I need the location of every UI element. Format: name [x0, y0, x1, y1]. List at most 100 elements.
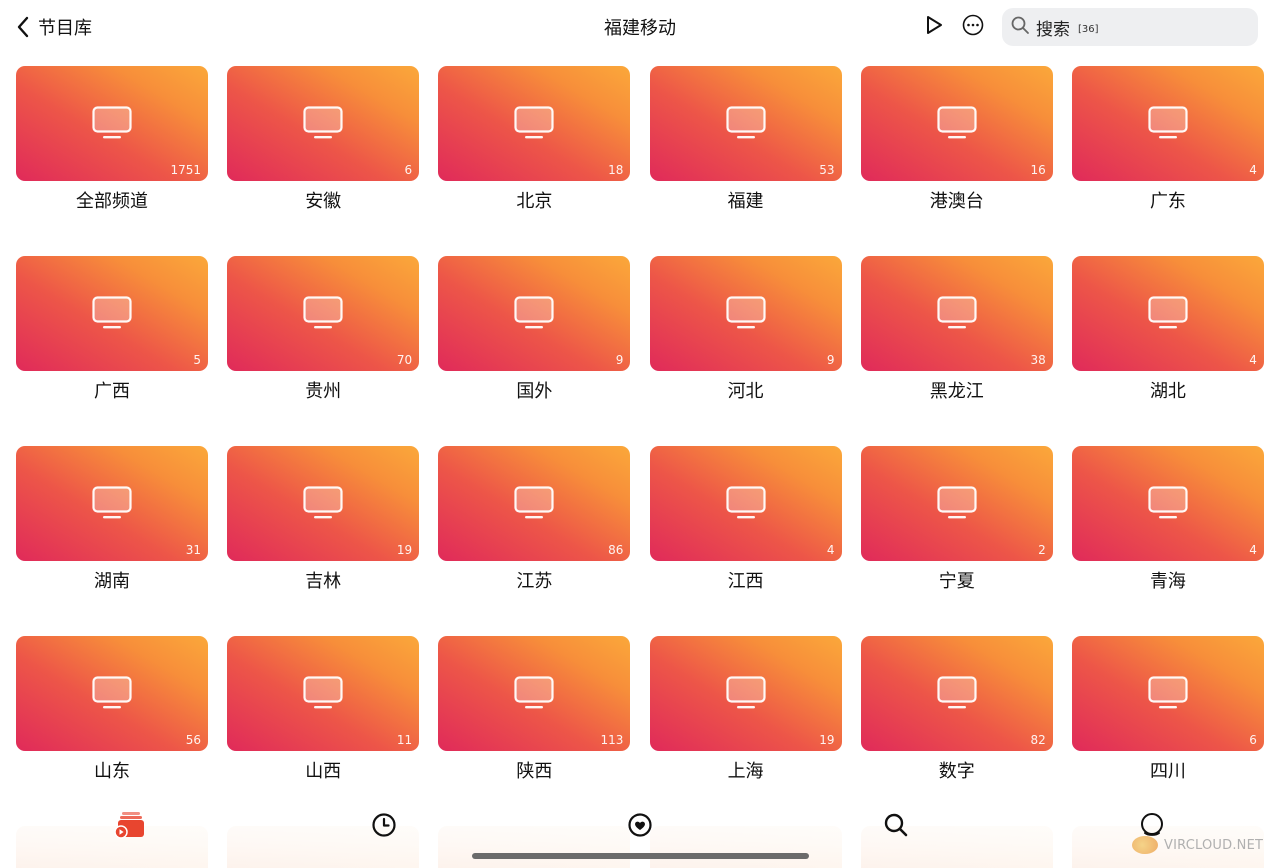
tv-icon: [937, 296, 977, 330]
category-item[interactable]: 9 河北: [649, 256, 842, 446]
channel-count: 19: [396, 543, 413, 557]
category-card[interactable]: 16: [860, 66, 1053, 181]
category-item[interactable]: 4 江西: [649, 446, 842, 636]
tv-icon: [514, 296, 554, 330]
category-item[interactable]: 6 四川: [1071, 636, 1264, 826]
category-card[interactable]: 6: [1071, 636, 1264, 751]
category-item[interactable]: 11 山西: [227, 636, 420, 826]
category-item[interactable]: 4 湖北: [1071, 256, 1264, 446]
more-ellipsis-icon: [961, 13, 985, 41]
category-card[interactable]: 4: [1071, 66, 1264, 181]
category-name: 青海: [1149, 571, 1186, 592]
tab-favorites[interactable]: [623, 810, 657, 844]
category-item[interactable]: 4 广东: [1071, 66, 1264, 256]
category-item[interactable]: 53 福建: [649, 66, 842, 256]
category-item[interactable]: 2 宁夏: [860, 446, 1053, 636]
category-card[interactable]: 1751: [16, 66, 208, 181]
tab-library[interactable]: [112, 810, 146, 844]
category-item[interactable]: 18 北京: [438, 66, 631, 256]
category-card[interactable]: 38: [860, 256, 1053, 371]
search-field[interactable]: 搜索 [36]: [1002, 8, 1258, 46]
tv-icon: [514, 486, 554, 520]
tv-icon: [937, 486, 977, 520]
channel-count: 16: [1030, 163, 1046, 177]
tv-icon: [725, 486, 766, 520]
channel-count: 18: [608, 163, 624, 177]
category-card[interactable]: 70: [227, 256, 420, 371]
category-card[interactable]: 4: [1071, 256, 1264, 371]
tv-icon: [937, 676, 977, 710]
tv-icon: [1148, 106, 1188, 140]
category-card[interactable]: 82: [860, 636, 1053, 751]
category-card[interactable]: 2: [860, 446, 1053, 561]
category-card[interactable]: 9: [649, 256, 842, 371]
category-item[interactable]: 86 江苏: [438, 446, 631, 636]
tab-search[interactable]: [879, 810, 913, 844]
watermark-logo-icon: [1132, 836, 1158, 854]
category-item[interactable]: 6 安徽: [227, 66, 420, 256]
more-options-button[interactable]: [959, 13, 987, 41]
channel-count: 56: [185, 733, 201, 747]
category-name: 数字: [938, 761, 975, 782]
category-item[interactable]: 113 陕西: [438, 636, 631, 826]
channel-count: 4: [1249, 543, 1257, 557]
category-card[interactable]: 19: [649, 636, 842, 751]
tv-icon: [92, 486, 132, 520]
search-icon: [1010, 15, 1030, 39]
back-button[interactable]: 节目库: [12, 12, 92, 42]
channel-count: 4: [826, 543, 835, 557]
category-name: 湖北: [1149, 381, 1186, 402]
category-name: 黑龙江: [929, 381, 984, 402]
tv-icon: [92, 296, 132, 330]
category-item[interactable]: 19 吉林: [227, 446, 420, 636]
channel-count: 82: [1030, 733, 1046, 747]
category-card[interactable]: 53: [649, 66, 842, 181]
category-item[interactable]: 19 上海: [649, 636, 842, 826]
watermark: VIRCLOUD.NET: [1132, 834, 1263, 856]
category-card[interactable]: 113: [438, 636, 631, 751]
category-item[interactable]: 70 贵州: [227, 256, 420, 446]
category-card[interactable]: 19: [227, 446, 420, 561]
category-item[interactable]: 1751 全部频道: [16, 66, 208, 256]
category-name: 贵州: [305, 381, 342, 402]
search-icon: [883, 812, 909, 842]
channel-count: 113: [600, 733, 624, 747]
category-card[interactable]: 86: [438, 446, 631, 561]
category-name: 江苏: [516, 571, 553, 592]
category-name: 上海: [727, 761, 764, 782]
category-name: 吉林: [305, 571, 342, 592]
category-name: 安徽: [305, 191, 342, 212]
chevron-left-icon: [12, 12, 34, 42]
play-button[interactable]: [920, 13, 948, 41]
tv-icon: [725, 676, 766, 710]
category-item[interactable]: 82 数字: [860, 636, 1053, 826]
category-item[interactable]: 31 湖南: [16, 446, 208, 636]
category-item[interactable]: 56 山东: [16, 636, 208, 826]
channel-count: 4: [1249, 353, 1257, 367]
category-name: 福建: [727, 191, 764, 212]
category-item[interactable]: 5 广西: [16, 256, 208, 446]
home-indicator[interactable]: [472, 853, 809, 859]
category-card[interactable]: 9: [438, 256, 631, 371]
category-card[interactable]: 18: [438, 66, 631, 181]
category-card[interactable]: 5: [16, 256, 208, 371]
category-card[interactable]: 4: [1071, 446, 1264, 561]
back-label: 节目库: [38, 18, 92, 39]
category-item[interactable]: 16 港澳台: [860, 66, 1053, 256]
channel-count: 6: [1249, 733, 1257, 747]
category-item[interactable]: 9 国外: [438, 256, 631, 446]
tab-history[interactable]: [367, 810, 401, 844]
category-card[interactable]: 4: [649, 446, 842, 561]
tv-icon: [303, 296, 343, 330]
tv-library-icon: [114, 811, 144, 843]
search-result-count: [36]: [1078, 23, 1099, 35]
channel-count: 9: [615, 353, 624, 367]
channel-count: 5: [193, 353, 201, 367]
category-card[interactable]: 6: [227, 66, 420, 181]
category-item[interactable]: 4 青海: [1071, 446, 1264, 636]
category-item[interactable]: 38 黑龙江: [860, 256, 1053, 446]
category-card[interactable]: 56: [16, 636, 208, 751]
category-card[interactable]: 31: [16, 446, 208, 561]
category-name: 国外: [516, 381, 553, 402]
category-card[interactable]: 11: [227, 636, 420, 751]
